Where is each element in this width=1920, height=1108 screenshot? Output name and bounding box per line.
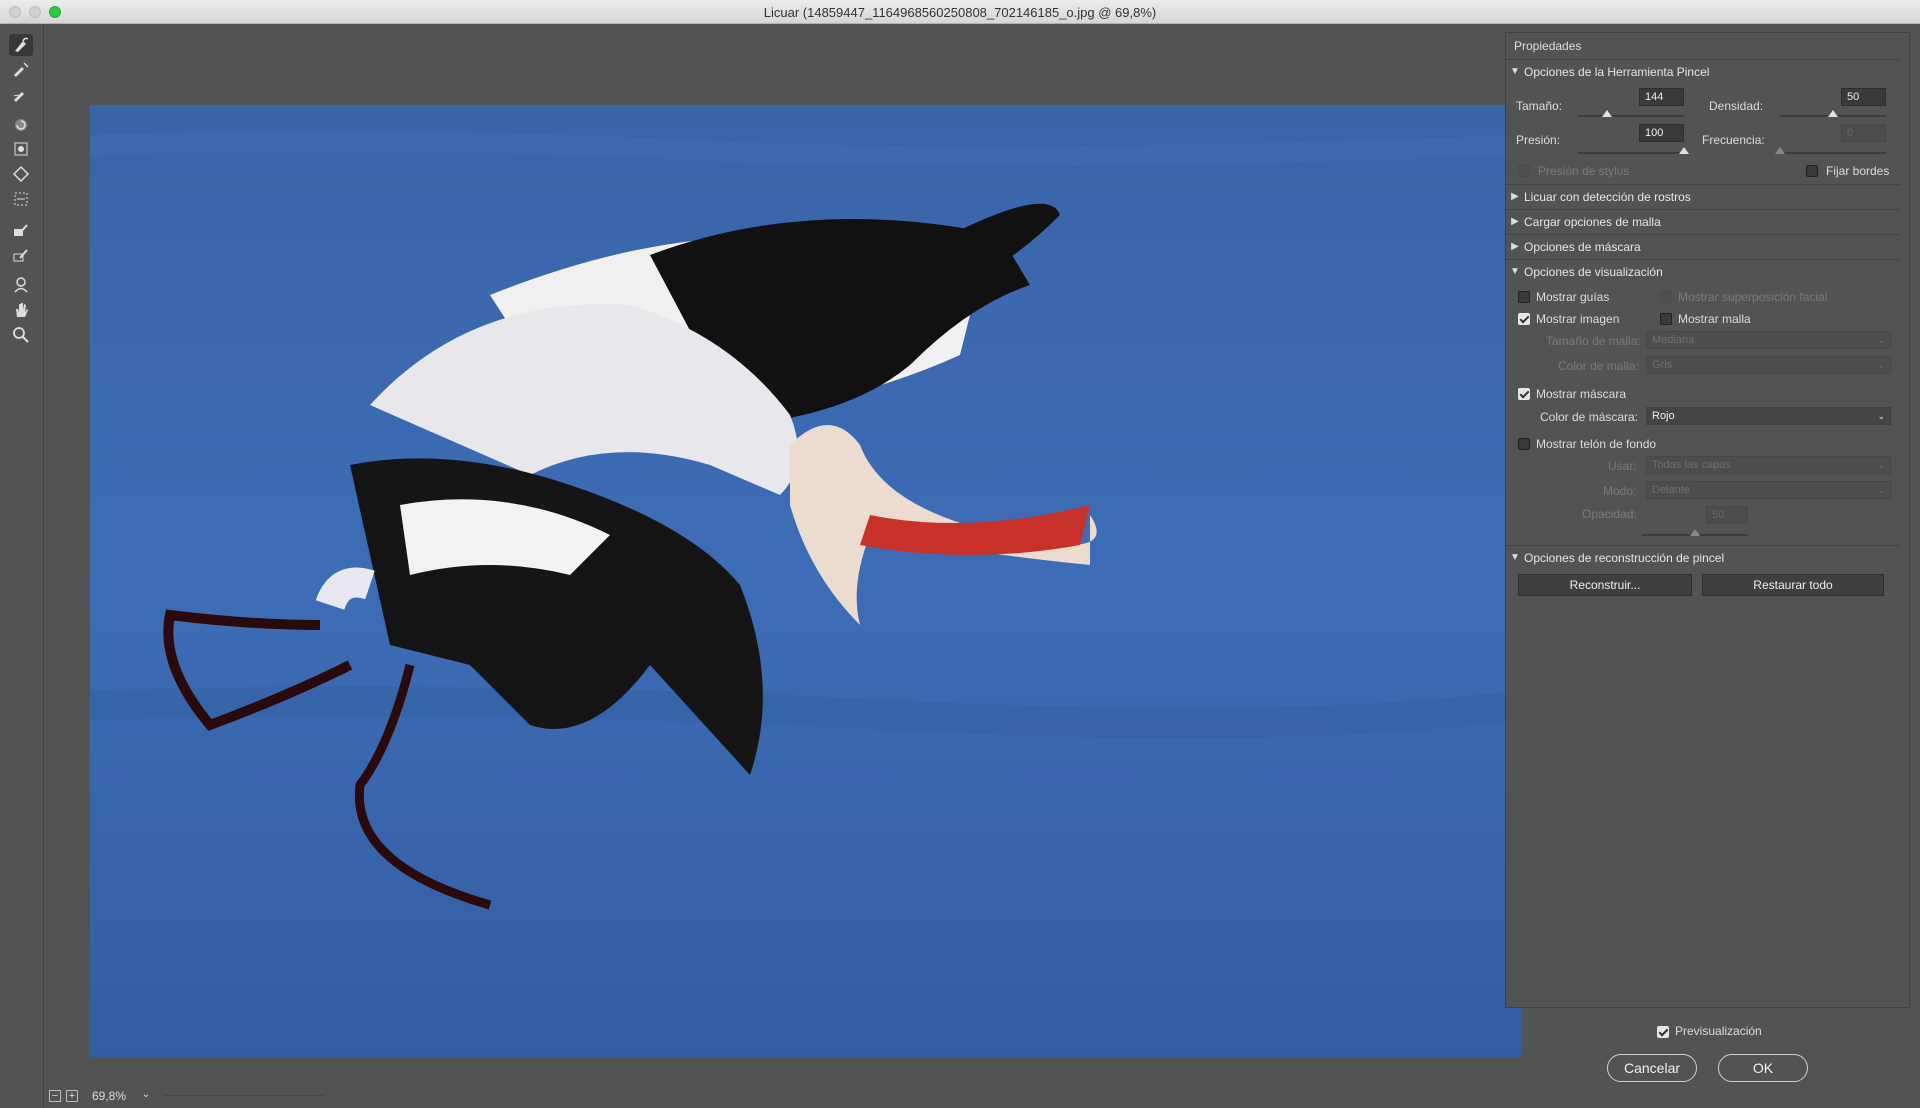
section-brush-options[interactable]: ▼ Opciones de la Herramienta Pincel bbox=[1506, 59, 1900, 83]
expand-triangle-icon: ▼ bbox=[1510, 266, 1520, 277]
stork-photo bbox=[90, 105, 1522, 1058]
chevron-down-icon: ⌄ bbox=[1877, 360, 1885, 370]
size-field[interactable]: 144 bbox=[1639, 88, 1684, 106]
panel-title: Propiedades bbox=[1514, 39, 1582, 53]
title-bar: Licuar (14859447_1164968560250808_702146… bbox=[0, 0, 1920, 24]
reconstruct-brush-icon[interactable] bbox=[9, 59, 33, 81]
freeze-mask-icon[interactable] bbox=[9, 219, 33, 241]
restore-all-button[interactable]: Restaurar todo bbox=[1702, 574, 1884, 596]
expand-triangle-icon: ▼ bbox=[1510, 552, 1520, 563]
frequency-slider[interactable] bbox=[1775, 147, 1886, 154]
chevron-down-icon: ⌄ bbox=[1877, 460, 1885, 470]
stylus-pressure-checkbox[interactable] bbox=[1518, 165, 1530, 177]
use-select[interactable]: Todas las capas ⌄ bbox=[1646, 456, 1891, 474]
preview-checkbox-visible[interactable] bbox=[1657, 1026, 1669, 1038]
mesh-color-label: Color de malla: bbox=[1558, 359, 1639, 373]
bloat-icon[interactable] bbox=[9, 163, 33, 185]
opacity-label: Opacidad: bbox=[1582, 507, 1637, 521]
smooth-brush-icon[interactable] bbox=[9, 84, 33, 106]
stylus-pressure-label: Presión de stylus bbox=[1538, 164, 1630, 178]
show-backdrop-label: Mostrar telón de fondo bbox=[1536, 437, 1657, 451]
pressure-slider-thumb[interactable] bbox=[1679, 147, 1689, 154]
frequency-slider-thumb[interactable] bbox=[1775, 147, 1785, 154]
collapse-triangle-icon: ▶ bbox=[1511, 216, 1519, 227]
size-slider-thumb[interactable] bbox=[1601, 110, 1612, 117]
expand-triangle-icon: ▼ bbox=[1510, 66, 1520, 77]
zoom-out-button[interactable]: − bbox=[49, 1090, 61, 1102]
show-face-overlay-checkbox[interactable] bbox=[1660, 291, 1672, 303]
pressure-slider[interactable] bbox=[1578, 147, 1689, 154]
mode-select[interactable]: Delante ⌄ bbox=[1646, 481, 1891, 499]
thaw-mask-icon[interactable] bbox=[9, 244, 33, 266]
canvas-area[interactable] bbox=[44, 24, 1522, 1084]
pressure-field[interactable]: 100 bbox=[1639, 124, 1684, 142]
show-image-label: Mostrar imagen bbox=[1536, 312, 1620, 326]
collapse-triangle-icon: ▶ bbox=[1511, 241, 1519, 252]
zoom-icon[interactable] bbox=[9, 324, 33, 346]
show-backdrop-checkbox[interactable] bbox=[1518, 438, 1530, 450]
mesh-size-label: Tamaño de malla: bbox=[1546, 334, 1641, 348]
image-preview[interactable] bbox=[90, 105, 1522, 1058]
use-label: Usar: bbox=[1608, 459, 1637, 473]
mask-color-select[interactable]: Rojo ⌄ bbox=[1646, 407, 1891, 425]
show-guides-label: Mostrar guías bbox=[1536, 290, 1610, 304]
show-mesh-checkbox[interactable] bbox=[1660, 313, 1672, 325]
face-tool-icon[interactable] bbox=[9, 274, 33, 296]
mode-label: Modo: bbox=[1603, 484, 1637, 498]
cancel-button[interactable]: Cancelar bbox=[1607, 1054, 1697, 1082]
density-field[interactable]: 50 bbox=[1841, 88, 1886, 106]
show-mask-label: Mostrar máscara bbox=[1536, 387, 1627, 401]
show-mesh-label: Mostrar malla bbox=[1678, 312, 1751, 326]
zoom-dropdown[interactable]: ⌄ bbox=[138, 1086, 154, 1104]
density-label: Densidad: bbox=[1709, 99, 1764, 113]
reconstruct-button[interactable]: Reconstruir... bbox=[1518, 574, 1692, 596]
properties-panel: Propiedades ▼ Opciones de la Herramienta… bbox=[1505, 32, 1910, 1038]
opacity-slider[interactable] bbox=[1642, 529, 1748, 536]
pucker-icon[interactable] bbox=[9, 138, 33, 160]
density-slider-thumb[interactable] bbox=[1828, 110, 1838, 117]
density-slider[interactable] bbox=[1780, 110, 1886, 117]
ok-button[interactable]: OK bbox=[1718, 1054, 1808, 1082]
size-label: Tamaño: bbox=[1516, 99, 1563, 113]
section-reconstruct-options[interactable]: ▼ Opciones de reconstrucción de pincel bbox=[1506, 545, 1900, 569]
opacity-field[interactable]: 50 bbox=[1706, 506, 1748, 524]
frequency-label: Frecuencia: bbox=[1702, 133, 1765, 147]
mask-color-label: Color de máscara: bbox=[1540, 410, 1639, 424]
chevron-down-icon: ⌄ bbox=[1877, 335, 1885, 345]
warp-brush-icon[interactable] bbox=[9, 34, 33, 56]
show-face-overlay-label: Mostrar superposición facial bbox=[1678, 290, 1828, 304]
collapse-triangle-icon: ▶ bbox=[1511, 191, 1519, 202]
push-left-icon[interactable] bbox=[9, 188, 33, 210]
mesh-size-select[interactable]: Mediana ⌄ bbox=[1646, 331, 1891, 349]
window-title: Licuar (14859447_1164968560250808_702146… bbox=[763, 5, 1157, 20]
section-load-mesh[interactable]: ▶ Cargar opciones de malla bbox=[1506, 209, 1900, 233]
opacity-slider-thumb[interactable] bbox=[1690, 529, 1700, 536]
zoom-level: 69,8% bbox=[92, 1089, 127, 1103]
preview-label: Previsualización bbox=[1675, 1024, 1762, 1038]
status-bar: − + 69,8% ⌄ bbox=[44, 1084, 1495, 1108]
pin-edges-checkbox[interactable] bbox=[1806, 165, 1818, 177]
twirl-clockwise-icon[interactable] bbox=[9, 114, 33, 136]
show-image-checkbox[interactable] bbox=[1518, 313, 1530, 325]
chevron-down-icon: ⌄ bbox=[1877, 411, 1885, 421]
section-mask-options[interactable]: ▶ Opciones de máscara bbox=[1506, 234, 1900, 258]
zoom-in-button[interactable]: + bbox=[66, 1090, 78, 1102]
section-view-options[interactable]: ▼ Opciones de visualización bbox=[1506, 259, 1900, 283]
tools-panel bbox=[0, 24, 44, 1108]
frequency-field[interactable]: 0 bbox=[1841, 124, 1886, 142]
chevron-down-icon: ⌄ bbox=[1877, 485, 1885, 495]
pressure-label: Presión: bbox=[1516, 133, 1561, 147]
show-guides-checkbox[interactable] bbox=[1518, 291, 1530, 303]
pin-edges-label: Fijar bordes bbox=[1826, 164, 1890, 178]
size-slider[interactable] bbox=[1578, 110, 1684, 117]
mesh-color-select[interactable]: Gris ⌄ bbox=[1646, 356, 1891, 374]
hand-icon[interactable] bbox=[9, 299, 33, 321]
show-mask-checkbox[interactable] bbox=[1518, 388, 1530, 400]
zoom-track bbox=[164, 1095, 324, 1096]
section-face-aware[interactable]: ▶ Licuar con detección de rostros bbox=[1506, 184, 1900, 208]
